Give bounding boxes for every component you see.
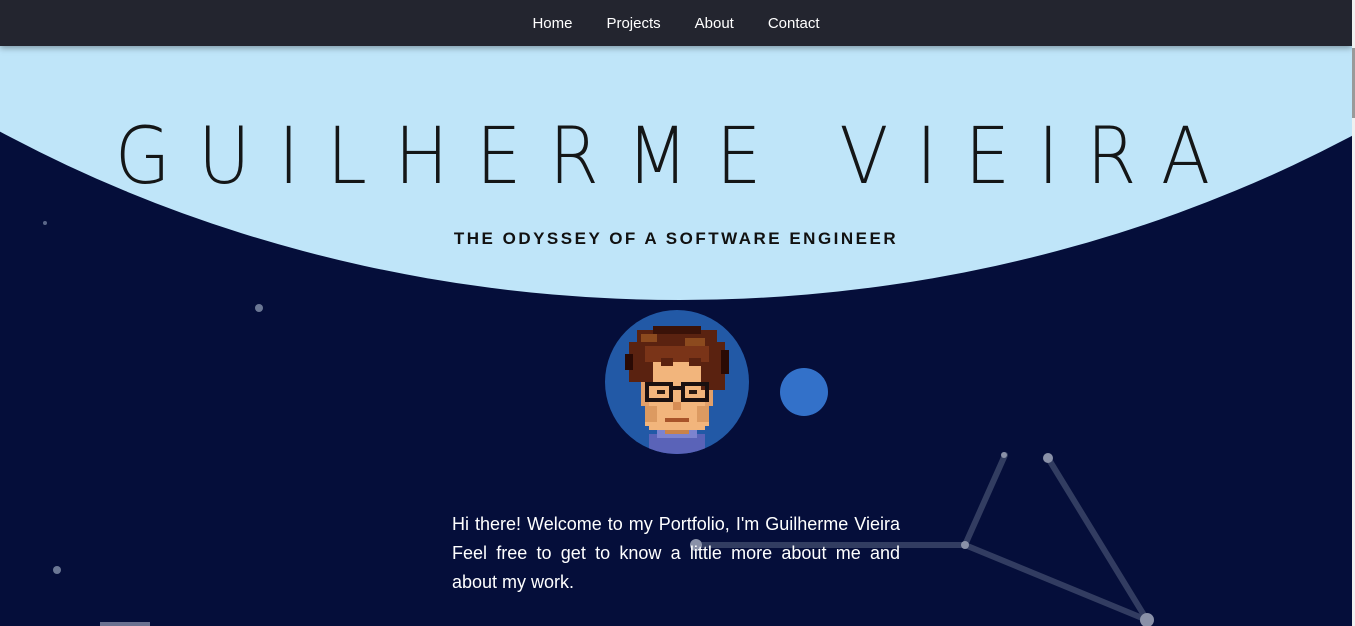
planet-circle-icon: [780, 368, 828, 416]
star: [961, 541, 969, 549]
star: [1043, 453, 1053, 463]
intro-text: Hi there! Welcome to my Portfolio, I'm G…: [452, 510, 900, 607]
star: [1001, 452, 1007, 458]
intro-paragraph: Hi there! Welcome to my Portfolio, I'm G…: [452, 514, 900, 592]
nav-projects-link[interactable]: Projects: [606, 15, 660, 32]
nav-contact-link[interactable]: Contact: [768, 15, 820, 32]
nav-home-link[interactable]: Home: [532, 15, 572, 32]
hero-subtitle: THE ODYSSEY OF A SOFTWARE ENGINEER: [453, 229, 899, 248]
nav-about-link[interactable]: About: [695, 15, 734, 32]
hero-title: GUILHERME VIEIRA: [114, 112, 1238, 202]
portfolio-page: Home Projects About Contact GUILHERME VI…: [0, 0, 1355, 626]
star: [43, 221, 47, 225]
star: [255, 304, 263, 312]
star: [53, 566, 61, 574]
decorative-bar: [100, 622, 150, 626]
pixel-art-avatar-icon: [625, 326, 729, 454]
top-navbar: Home Projects About Contact: [0, 0, 1352, 46]
avatar-icon: [605, 310, 749, 454]
